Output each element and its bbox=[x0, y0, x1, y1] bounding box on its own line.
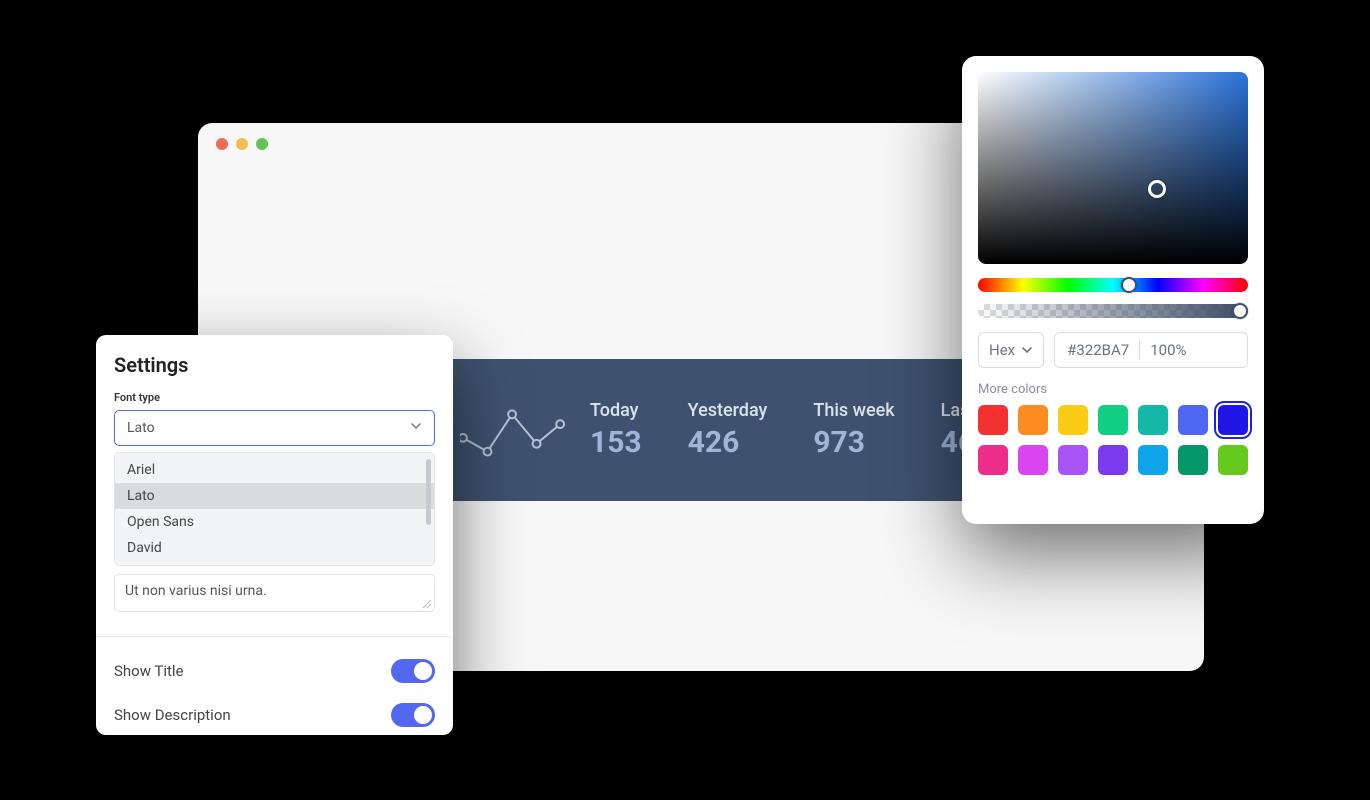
font-type-label: Font type bbox=[114, 391, 435, 404]
chevron-down-icon bbox=[1021, 344, 1033, 356]
alpha-slider-thumb[interactable] bbox=[1232, 303, 1248, 319]
toggle-label: Show Title bbox=[114, 662, 184, 680]
window-minimize-dot[interactable] bbox=[236, 138, 248, 150]
font-option[interactable]: David bbox=[115, 535, 434, 561]
color-format-select[interactable]: Hex bbox=[978, 332, 1044, 368]
stat-value: 973 bbox=[813, 425, 894, 460]
chevron-down-icon bbox=[410, 420, 422, 436]
show-description-row: Show Description bbox=[114, 693, 435, 737]
color-swatch[interactable] bbox=[978, 405, 1008, 435]
color-swatch[interactable] bbox=[978, 445, 1008, 475]
color-swatch[interactable] bbox=[1178, 405, 1208, 435]
show-title-toggle[interactable] bbox=[391, 659, 435, 683]
stat-label: Yesterday bbox=[688, 400, 768, 421]
color-swatch[interactable] bbox=[1058, 445, 1088, 475]
color-swatch[interactable] bbox=[1218, 445, 1248, 475]
description-value: Ut non varius nisi urna. bbox=[125, 583, 267, 599]
divider bbox=[1139, 341, 1140, 359]
color-swatch[interactable] bbox=[1018, 405, 1048, 435]
font-type-selected-value: Lato bbox=[127, 420, 155, 436]
color-swatch[interactable] bbox=[1138, 445, 1168, 475]
color-swatch[interactable] bbox=[1098, 405, 1128, 435]
stat-value: 426 bbox=[688, 425, 768, 460]
settings-title: Settings bbox=[114, 353, 435, 377]
hex-value: #322BA7 bbox=[1067, 341, 1129, 359]
color-format-value: Hex bbox=[989, 341, 1015, 359]
font-option[interactable]: Open Sans bbox=[115, 509, 434, 535]
color-value-input[interactable]: #322BA7 100% bbox=[1054, 332, 1248, 368]
font-type-dropdown: Ariel Lato Open Sans David bbox=[114, 452, 435, 566]
window-zoom-dot[interactable] bbox=[256, 138, 268, 150]
dropdown-scrollbar[interactable] bbox=[426, 459, 431, 525]
sparkline-chart-icon bbox=[460, 394, 568, 466]
color-gradient-area[interactable] bbox=[978, 72, 1248, 264]
stat-yesterday: Yesterday 426 bbox=[688, 400, 768, 460]
font-option-selected[interactable]: Lato bbox=[115, 483, 434, 509]
color-swatch[interactable] bbox=[1178, 445, 1208, 475]
divider bbox=[96, 636, 453, 637]
toggle-label: Show Description bbox=[114, 706, 231, 724]
window-close-dot[interactable] bbox=[216, 138, 228, 150]
font-type-select[interactable]: Lato bbox=[114, 410, 435, 446]
show-description-toggle[interactable] bbox=[391, 703, 435, 727]
stat-today: Today 153 bbox=[590, 400, 642, 460]
more-colors-label: More colors bbox=[978, 382, 1248, 397]
color-swatch[interactable] bbox=[1058, 405, 1088, 435]
stat-value: 153 bbox=[590, 425, 642, 460]
stats-columns: Today 153 Yesterday 426 This week 973 La… bbox=[590, 400, 993, 460]
color-picker-panel: Hex #322BA7 100% More colors bbox=[962, 56, 1264, 524]
hue-slider[interactable] bbox=[978, 278, 1248, 292]
stat-label: Today bbox=[590, 400, 642, 421]
stat-label: This week bbox=[813, 400, 894, 421]
hue-slider-thumb[interactable] bbox=[1121, 277, 1137, 293]
color-swatch[interactable] bbox=[1138, 405, 1168, 435]
description-textarea[interactable]: Ut non varius nisi urna. bbox=[114, 574, 435, 612]
resize-handle-icon[interactable] bbox=[422, 599, 432, 609]
font-option[interactable]: Ariel bbox=[115, 457, 434, 483]
stat-this-week: This week 973 bbox=[813, 400, 894, 460]
color-swatches bbox=[978, 405, 1248, 475]
gradient-cursor[interactable] bbox=[1148, 180, 1166, 198]
alpha-value: 100% bbox=[1150, 341, 1186, 359]
color-swatch[interactable] bbox=[1218, 405, 1248, 435]
alpha-slider[interactable] bbox=[978, 304, 1248, 318]
settings-panel: Settings Font type Lato Ariel Lato Open … bbox=[96, 335, 453, 735]
color-swatch[interactable] bbox=[1018, 445, 1048, 475]
show-title-row: Show Title bbox=[114, 649, 435, 693]
color-swatch[interactable] bbox=[1098, 445, 1128, 475]
